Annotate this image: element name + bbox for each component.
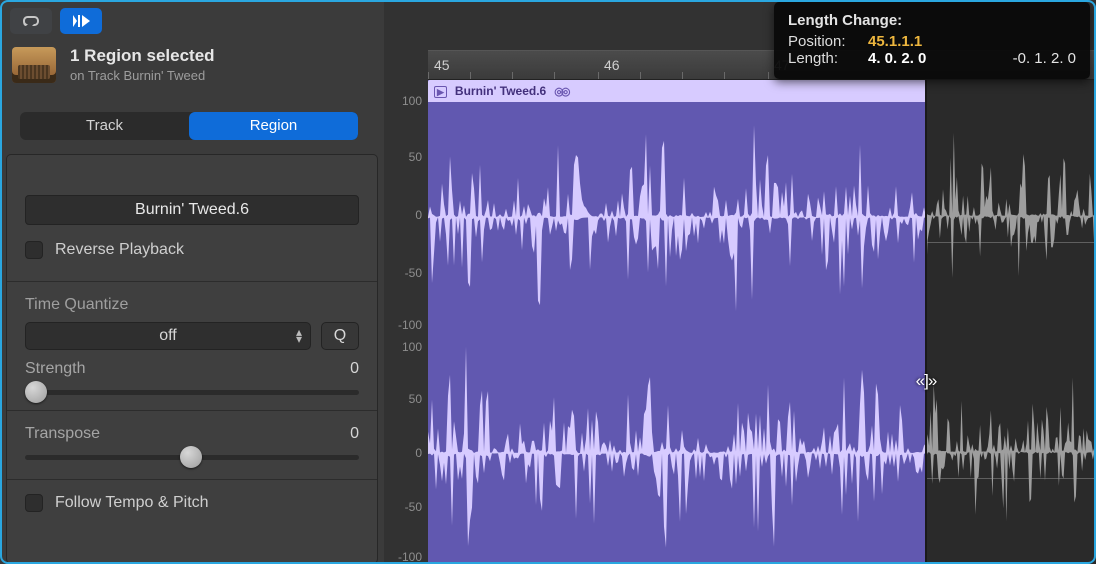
cycle-button[interactable] xyxy=(10,8,52,34)
region-boundary[interactable] xyxy=(925,80,927,564)
time-quantize-popup[interactable]: off ▴▾ xyxy=(25,322,311,350)
waveform-right-dim xyxy=(926,363,1096,564)
transpose-value[interactable]: 0 xyxy=(350,425,359,443)
ruler-bar: 46 xyxy=(604,57,620,73)
catch-playhead-button[interactable] xyxy=(60,8,102,34)
transpose-label: Transpose xyxy=(25,425,100,443)
waveform-left xyxy=(428,102,926,332)
inspector-title: 1 Region selected xyxy=(70,46,215,66)
region-play-icon xyxy=(434,84,447,98)
waveform-left-dim xyxy=(926,127,1096,357)
region-name-field[interactable]: Burnin' Tweed.6 xyxy=(25,195,359,225)
transpose-slider[interactable] xyxy=(25,445,359,469)
stereo-icon xyxy=(554,84,567,98)
inspector-tabs: Track Region xyxy=(20,112,358,140)
length-change-tooltip: Length Change: Position: 45.1.1.1 Length… xyxy=(774,2,1090,79)
region-name: Burnin' Tweed.6 xyxy=(455,84,546,98)
catch-playhead-icon xyxy=(70,13,92,29)
strength-slider[interactable] xyxy=(25,380,359,404)
tab-region[interactable]: Region xyxy=(189,112,358,140)
tooltip-delta-value: -0. 1. 2. 0 xyxy=(1013,50,1076,67)
strength-thumb[interactable] xyxy=(25,381,47,403)
audio-region-trimmed[interactable] xyxy=(926,105,1096,564)
chevron-updown-icon: ▴▾ xyxy=(296,329,302,343)
audio-region-selected[interactable]: Burnin' Tweed.6 xyxy=(428,80,926,564)
strength-label: Strength xyxy=(25,360,85,378)
transpose-thumb[interactable] xyxy=(180,446,202,468)
amplitude-scale: 100 50 0 -50 -100 100 50 0 -50 -100 xyxy=(384,80,428,564)
time-quantize-value: off xyxy=(159,327,177,345)
region-header[interactable]: Burnin' Tweed.6 xyxy=(428,80,926,102)
follow-tempo-checkbox[interactable] xyxy=(25,494,43,512)
inspector-subtitle: on Track Burnin' Tweed xyxy=(70,68,215,83)
tooltip-position-value: 45.1.1.1 xyxy=(868,33,922,50)
time-quantize-label: Time Quantize xyxy=(25,296,359,314)
strength-value[interactable]: 0 xyxy=(350,360,359,378)
tab-track[interactable]: Track xyxy=(20,112,189,140)
reverse-playback-label: Reverse Playback xyxy=(55,241,184,259)
tooltip-length-label: Length: xyxy=(788,50,868,67)
tooltip-length-value: 4. 0. 2. 0 xyxy=(868,50,926,67)
waveform-right xyxy=(428,338,926,564)
cycle-icon xyxy=(19,14,43,28)
tooltip-position-label: Position: xyxy=(788,33,868,50)
reverse-playback-checkbox[interactable] xyxy=(25,241,43,259)
track-icon xyxy=(12,47,56,83)
ruler-bar: 45 xyxy=(434,57,450,73)
follow-tempo-label: Follow Tempo & Pitch xyxy=(55,494,209,512)
quantize-button[interactable]: Q xyxy=(321,322,359,350)
tooltip-title: Length Change: xyxy=(788,12,1076,29)
